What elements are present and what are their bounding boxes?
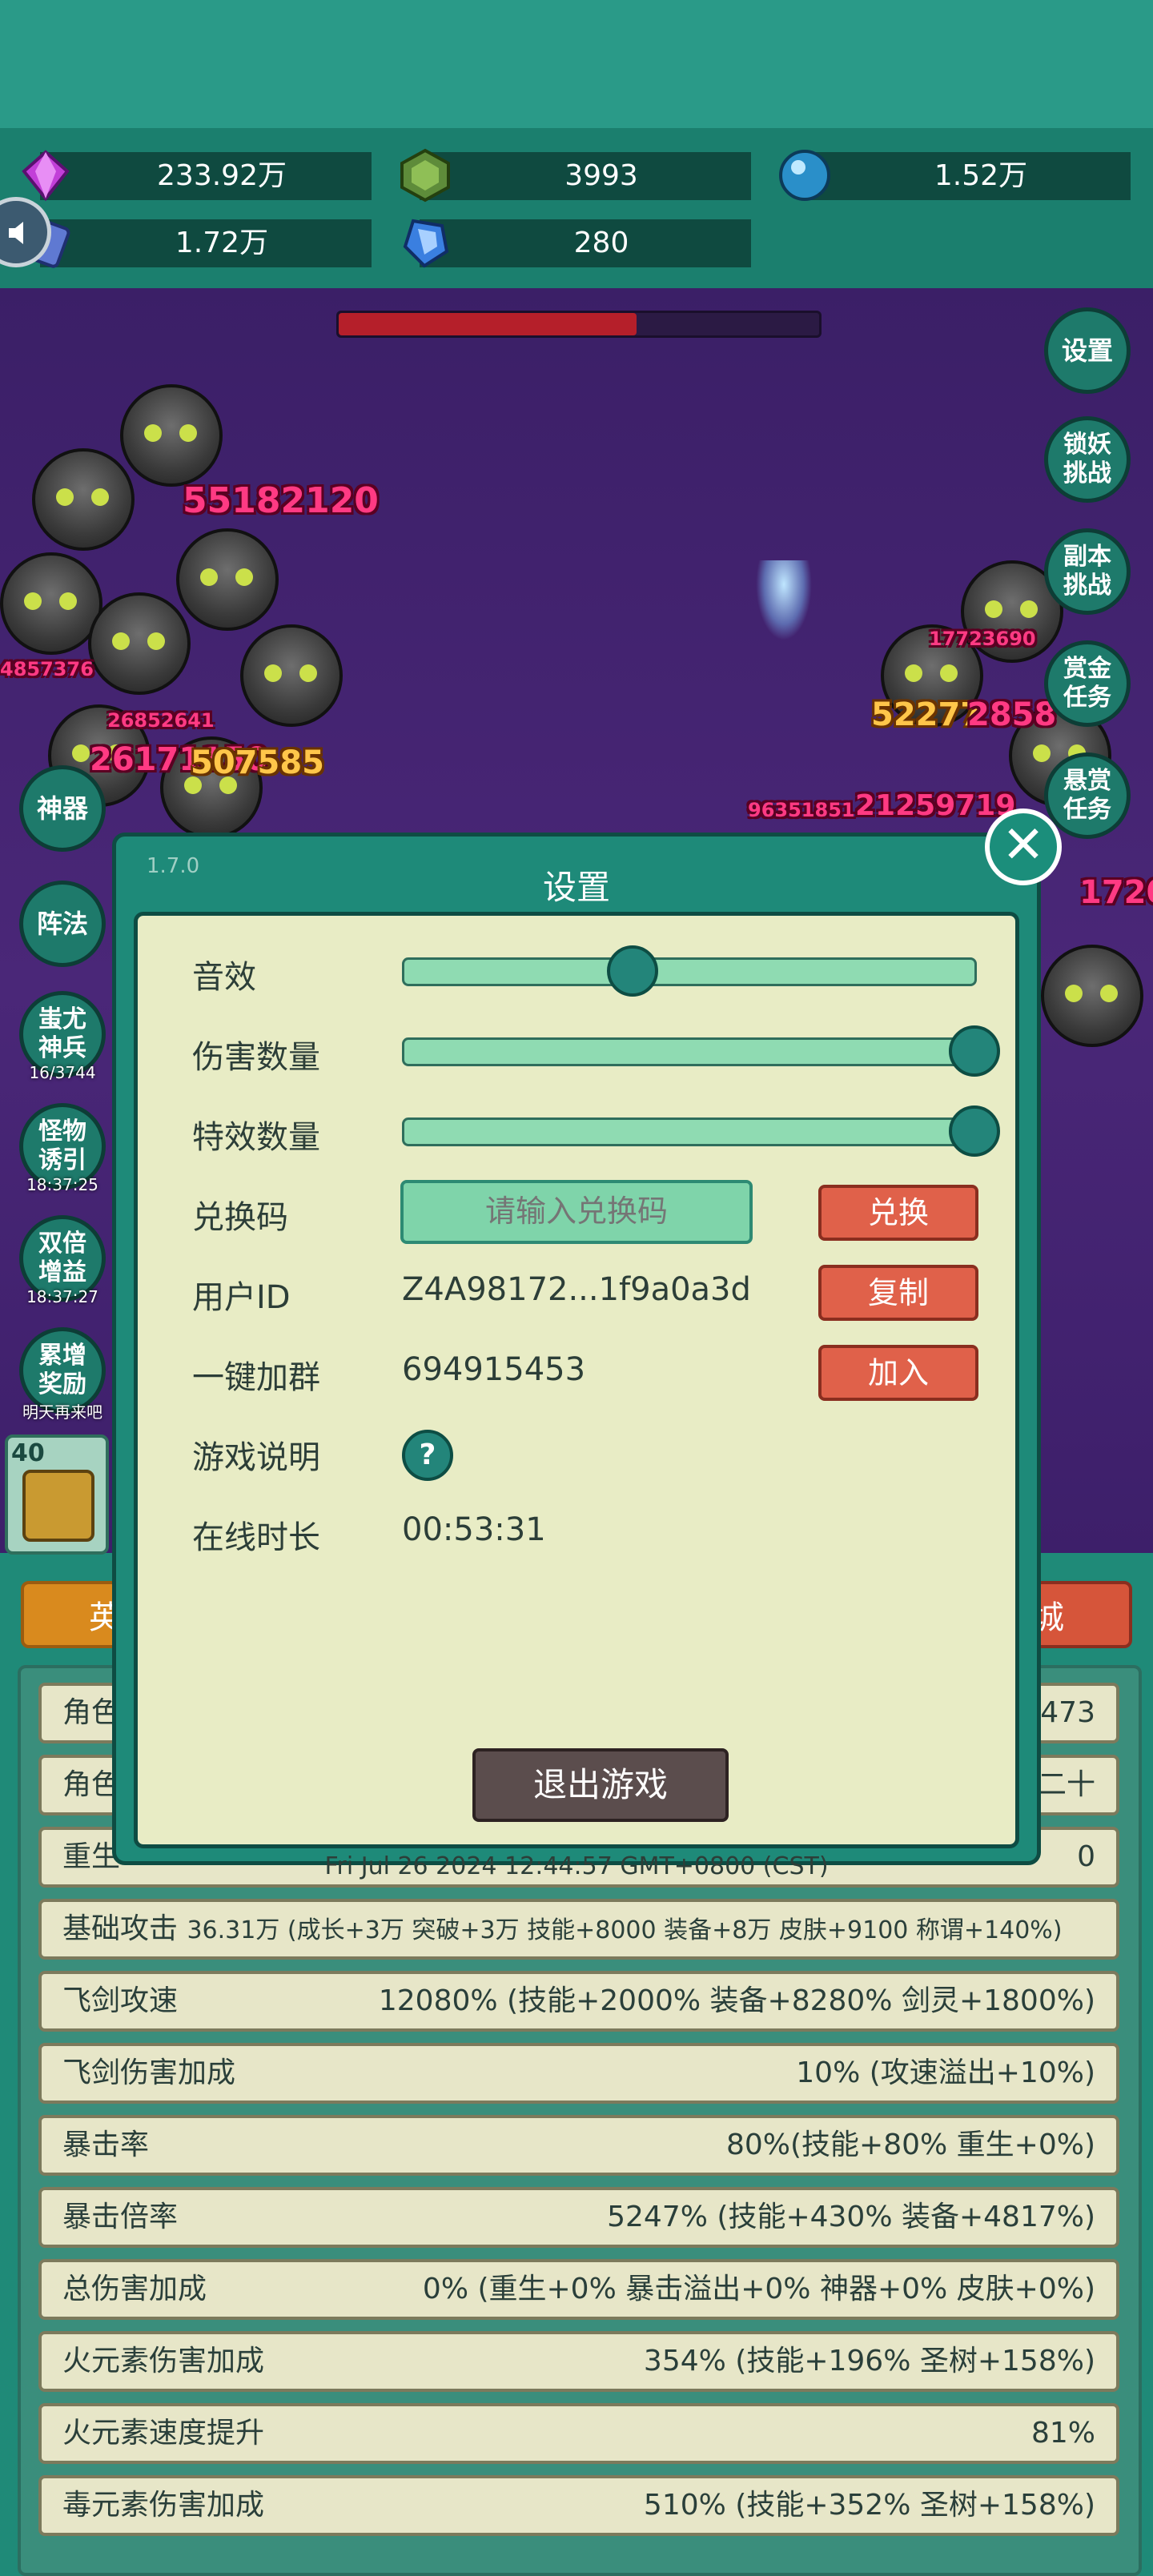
enemy-skeleton (32, 448, 135, 551)
double-boost-timer: 18:37:27 (26, 1287, 98, 1306)
skill-slot[interactable]: 40 (5, 1434, 109, 1555)
speaker-icon (9, 222, 23, 244)
enemy-skeleton (120, 384, 223, 487)
stat-row: 基础攻击 36.31万 (成长+3万 突破+3万 技能+8000 装备+8万 皮… (38, 1899, 1119, 1960)
bounty-gold-task-button[interactable]: 赏金任务 (1044, 640, 1131, 727)
current-datetime: Fri Jul 26 2024 12:44:57 GMT+0800 (CST) (324, 1852, 829, 1880)
stat-row: 总伤害加成 0% (重生+0% 暴击溢出+0% 神器+0% 皮肤+0%) (38, 2259, 1119, 2320)
user-id-label: 用户ID (192, 1279, 291, 1316)
crystal-value: 233.92万 (157, 159, 287, 192)
redeem-code-label: 兑换码 (192, 1199, 288, 1236)
settings-dialog: 1.7.0 设置 音效 伤害数量 特效数量 兑换码 兑换 用户ID Z4A981… (112, 833, 1041, 1880)
chiyou-progress: 16/3744 (29, 1063, 96, 1082)
sound-label: 音效 (192, 959, 256, 996)
damage-number: 507585 (191, 744, 324, 781)
crystal-icon (22, 150, 70, 202)
damage-number: 4857376 (0, 658, 94, 680)
online-time-label: 在线时长 (192, 1519, 320, 1556)
scroll-resource: 1.72万 (21, 217, 372, 268)
crystal-resource: 233.92万 (22, 150, 372, 202)
stat-row: 火元素伤害加成 354% (技能+196% 圣树+158%) (38, 2331, 1119, 2392)
redeem-code-input[interactable] (400, 1180, 753, 1244)
enemy-skeleton (88, 592, 191, 695)
join-group-label: 一键加群 (192, 1359, 320, 1396)
stat-row: 暴击率 80%(技能+80% 重生+0%) (38, 2115, 1119, 2176)
bounty-reward-task-button[interactable]: 悬赏任务 (1044, 752, 1131, 839)
scroll-value: 1.72万 (175, 227, 269, 259)
damage-count-slider-handle[interactable] (949, 1025, 1000, 1077)
formation-button[interactable]: 阵法 (19, 881, 106, 967)
tornado-effect (756, 560, 812, 640)
damage-count-slider[interactable] (402, 1025, 1000, 1077)
stat-row: 毒元素伤害加成 510% (技能+352% 圣树+158%) (38, 2475, 1119, 2536)
damage-number: 55182120 (183, 480, 379, 521)
effect-count-label: 特效数量 (192, 1119, 320, 1156)
lock-demon-challenge-button[interactable]: 锁妖挑战 (1044, 416, 1131, 503)
effect-count-slider-handle[interactable] (949, 1105, 1000, 1157)
exit-game-button[interactable]: 退出游戏 (472, 1748, 729, 1822)
orb-icon (779, 150, 830, 201)
damage-number: 21259719 (855, 789, 1016, 822)
orb-resource: 1.52万 (779, 150, 1131, 201)
dialog-title: 设置 (542, 868, 610, 907)
enemy-skeleton (1041, 945, 1143, 1047)
effect-count-slider[interactable] (402, 1105, 1000, 1157)
resource-area: 233.92万 3993 1.52万 1.72万 280 (0, 128, 1153, 288)
damage-number: 17723690 (929, 628, 1036, 650)
blue-shard-icon (403, 219, 449, 268)
shard-resource: 280 (403, 219, 751, 268)
enemy-skeleton (0, 552, 102, 655)
redeem-button[interactable]: 兑换 (818, 1185, 978, 1241)
stat-row: 暴击倍率 5247% (技能+430% 装备+4817%) (38, 2187, 1119, 2248)
user-id-value: Z4A98172...1f9a0a3d (402, 1271, 751, 1308)
settings-panel: 音效 伤害数量 特效数量 兑换码 兑换 用户ID Z4A98172...1f9a… (134, 912, 1019, 1880)
boss-hp-fill (339, 313, 637, 335)
join-group-button[interactable]: 加入 (818, 1345, 978, 1401)
accumulate-reward-status: 明天再来吧 (22, 1402, 102, 1422)
group-number: 694915453 (402, 1351, 586, 1388)
boss-hp-bar (336, 311, 822, 338)
damage-number: 1720 (1079, 874, 1153, 911)
gem-resource: 3993 (400, 148, 751, 203)
stat-row: 飞剑伤害加成 10% (攻速溢出+10%) (38, 2043, 1119, 2104)
damage-number: 2858 (967, 696, 1057, 733)
enemy-skeleton (176, 528, 279, 631)
online-time-value: 00:53:31 (402, 1511, 546, 1548)
stat-row: 火元素速度提升 81% (38, 2403, 1119, 2464)
monster-lure-timer: 18:37:25 (26, 1175, 98, 1194)
skill-level: 40 (11, 1439, 45, 1467)
settings-button[interactable]: 设置 (1044, 307, 1131, 394)
dungeon-challenge-button[interactable]: 副本挑战 (1044, 528, 1131, 615)
close-icon[interactable]: ✕ (985, 809, 1062, 885)
damage-number: 96351851 (748, 799, 855, 821)
shard-value: 280 (573, 227, 629, 259)
copy-button[interactable]: 复制 (818, 1265, 978, 1321)
status-bar (0, 0, 1153, 128)
help-icon[interactable]: ? (402, 1430, 453, 1481)
artifact-button[interactable]: 神器 (19, 765, 106, 852)
orb-value: 1.52万 (934, 159, 1028, 192)
sword-icon (22, 1470, 94, 1542)
game-help-label: 游戏说明 (192, 1439, 320, 1476)
green-gem-icon (400, 148, 450, 203)
gem-value: 3993 (564, 159, 638, 192)
sound-slider[interactable] (402, 945, 977, 997)
damage-number: 52277 (871, 696, 983, 733)
damage-count-label: 伤害数量 (192, 1039, 320, 1076)
sound-slider-handle[interactable] (606, 945, 658, 997)
enemy-skeleton (240, 624, 343, 727)
damage-number: 26852641 (107, 709, 215, 732)
stat-row: 飞剑攻速 12080% (技能+2000% 装备+8280% 剑灵+1800%) (38, 1971, 1119, 2032)
